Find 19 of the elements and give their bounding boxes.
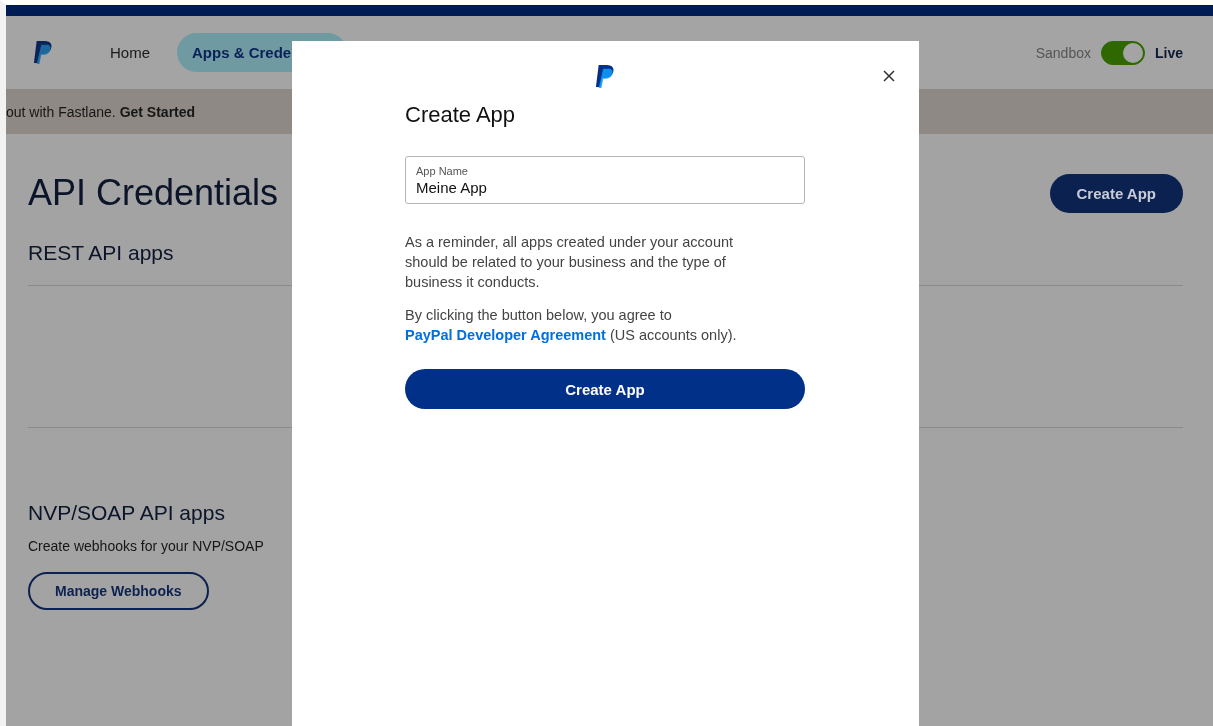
environment-label: Sandbox: [1035, 44, 1091, 61]
manage-webhooks-button[interactable]: Manage Webhooks: [28, 572, 209, 610]
agreement-text: By clicking the button below, you agree to PayPal Developer Agreement (US accounts only).: [405, 306, 738, 345]
agreement-link[interactable]: PayPal Developer Agreement: [405, 327, 606, 343]
create-app-button[interactable]: Create App: [405, 369, 805, 409]
close-icon[interactable]: [883, 70, 895, 82]
section-title: NVP/SOAP API apps: [28, 501, 225, 525]
environment-toggle[interactable]: [1101, 40, 1145, 65]
dialog-title: Create App: [405, 102, 517, 128]
app-name-field[interactable]: App Name Meine App: [405, 156, 805, 204]
nav-tab[interactable]: Home: [95, 33, 165, 72]
section-description: Create webhooks for your NVP/SOAP: [28, 538, 265, 554]
section-title: REST API apps: [28, 241, 174, 265]
banner-text: out with Fastlane. Get Started: [6, 103, 196, 120]
create-app-button[interactable]: Create App: [1049, 173, 1183, 213]
field-label: App Name: [416, 165, 468, 177]
environment-label: Live: [1155, 44, 1183, 61]
reminder-text: As a reminder, all apps created under your account should be related to your business and the type of business it conducts.: [405, 233, 735, 292]
page-title: API Credentials: [28, 172, 279, 214]
